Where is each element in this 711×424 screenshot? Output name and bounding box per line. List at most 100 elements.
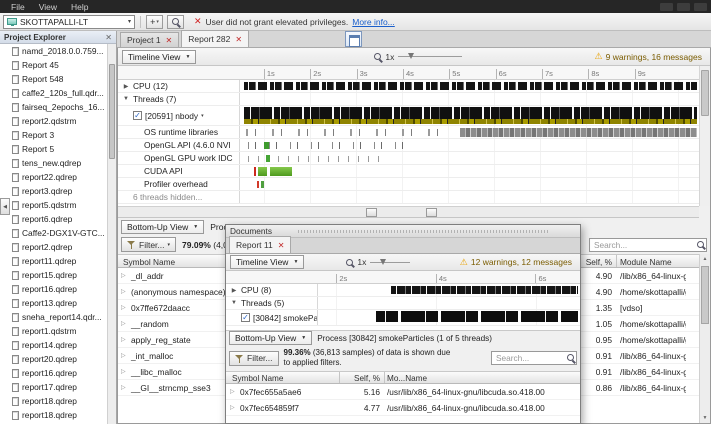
tab-project-1[interactable]: Project 1✕: [120, 32, 179, 47]
filter-button[interactable]: Filter...: [229, 351, 279, 366]
expander-icon[interactable]: ▷: [121, 288, 128, 295]
messages-link[interactable]: ⚠ 9 warnings, 16 messages: [595, 51, 706, 62]
timeline-ruler[interactable]: 2s4s6s: [226, 271, 580, 284]
project-list-item[interactable]: Caffe2-DGX1V-GTC...: [0, 226, 107, 240]
menu-item-help[interactable]: Help: [64, 2, 95, 12]
timeline-row-label[interactable]: ✓[20591] nbody▾: [118, 106, 240, 125]
column-divider[interactable]: [339, 372, 340, 383]
add-target-button[interactable]: + ▾: [146, 15, 163, 29]
expander-icon[interactable]: ▷: [121, 368, 128, 375]
filter-button[interactable]: Filter... ▾: [121, 237, 176, 252]
pane-view-selector-dropdown[interactable]: Bottom-Up View ▼: [121, 220, 204, 234]
expander-icon[interactable]: ▷: [121, 336, 128, 343]
timeline-track[interactable]: [318, 297, 580, 309]
dock-handle-left[interactable]: ◀: [0, 198, 10, 215]
expander-icon[interactable]: ▼: [122, 96, 130, 102]
menu-item-view[interactable]: View: [32, 2, 64, 12]
column-symbol-name[interactable]: Symbol Name: [123, 257, 175, 267]
timeline-track[interactable]: [240, 126, 699, 138]
expander-icon[interactable]: ▶: [230, 287, 238, 294]
pane-view-selector-dropdown[interactable]: Bottom-Up View ▼: [229, 331, 312, 345]
close-icon[interactable]: ✕: [166, 36, 173, 45]
project-list-item[interactable]: fairseq_2epochs_16...: [0, 100, 107, 114]
timeline-track[interactable]: [240, 191, 699, 203]
timeline-row-label[interactable]: OpenGL GPU work IDC: [118, 152, 240, 164]
scroll-up-icon[interactable]: ▲: [700, 254, 710, 262]
project-list-item[interactable]: report18.qdrep: [0, 394, 107, 408]
project-list-item[interactable]: sneha_report14.qdr...: [0, 310, 107, 324]
zoom-slider-thumb[interactable]: [380, 259, 386, 265]
view-selector-dropdown[interactable]: Timeline View ▼: [230, 255, 304, 269]
timeline-track[interactable]: [240, 165, 699, 177]
timeline-row-label[interactable]: ▼Threads (7): [118, 93, 240, 105]
zoom-slider[interactable]: [398, 56, 462, 57]
scrollbar-thumb[interactable]: [701, 266, 709, 324]
project-list-scrollbar[interactable]: [107, 44, 116, 424]
expander-icon[interactable]: ▷: [121, 320, 128, 327]
project-list-item[interactable]: report13.qdrep: [0, 296, 107, 310]
expander-icon[interactable]: ▷: [230, 388, 237, 395]
expander-icon[interactable]: ▼: [230, 300, 238, 306]
search-input[interactable]: [589, 238, 707, 252]
project-list-item[interactable]: report11.qdrep: [0, 254, 107, 268]
splitter-handle[interactable]: [426, 208, 437, 217]
expander-icon[interactable]: ▷: [121, 384, 128, 391]
project-list-item[interactable]: report18.qdrep: [0, 408, 107, 422]
project-list-item[interactable]: namd_2018.0.0.759...: [0, 44, 107, 58]
project-list-item[interactable]: report20.qdrep: [0, 352, 107, 366]
project-list-item[interactable]: report3.qdrep: [0, 184, 107, 198]
column-divider[interactable]: [616, 255, 617, 267]
checkbox[interactable]: ✓: [241, 313, 250, 322]
project-list-item[interactable]: report1.qdstrm: [0, 324, 107, 338]
project-list-item[interactable]: report16.qdrep: [0, 366, 107, 380]
tab-report-11[interactable]: Report 11 ✕: [229, 236, 291, 253]
timeline-track[interactable]: [240, 80, 699, 92]
project-list-item[interactable]: report14.qdrep: [0, 338, 107, 352]
messages-link[interactable]: ⚠ 12 warnings, 12 messages: [460, 257, 576, 268]
timeline-row-label[interactable]: Profiler overhead: [118, 178, 240, 190]
expander-icon[interactable]: ▷: [121, 352, 128, 359]
maximize-button[interactable]: [677, 3, 690, 11]
project-list-item[interactable]: report2.qdrep: [0, 240, 107, 254]
timeline-track[interactable]: [240, 152, 699, 164]
view-selector-dropdown[interactable]: Timeline View ▼: [122, 50, 196, 64]
timeline-track[interactable]: [318, 310, 580, 325]
drag-grip[interactable]: [298, 230, 550, 233]
project-list-item[interactable]: Report 3: [0, 128, 107, 142]
checkbox[interactable]: ✓: [133, 111, 142, 120]
table-scrollbar[interactable]: ▲ ▼: [699, 254, 710, 423]
project-list-item[interactable]: report2.qdstrm: [0, 114, 107, 128]
expander-icon[interactable]: ▷: [121, 304, 128, 311]
minimize-button[interactable]: [660, 3, 673, 11]
close-icon[interactable]: ✕: [235, 35, 242, 44]
zoom-slider-thumb[interactable]: [408, 53, 414, 59]
expander-icon[interactable]: ▷: [121, 272, 128, 279]
project-list-item[interactable]: report16.qdrep: [0, 282, 107, 296]
timeline-row-label[interactable]: ▶CPU (12): [118, 80, 240, 92]
timeline-row-label[interactable]: ✓[30842] smokeParticles: [226, 310, 318, 325]
zoom-slider[interactable]: [370, 262, 410, 263]
splitter-handle[interactable]: [366, 208, 377, 217]
timeline-row-label[interactable]: ▼Threads (5): [226, 297, 318, 309]
search-input[interactable]: [491, 351, 577, 365]
more-info-link[interactable]: More info...: [352, 17, 395, 27]
project-list-item[interactable]: caffe2_120s_full.qdr...: [0, 86, 107, 100]
column-self-percent[interactable]: Self, %: [342, 374, 380, 383]
host-selector[interactable]: SKOTTAPALLI-LT ▾: [3, 15, 135, 29]
project-list-item[interactable]: report22.qdrep: [0, 170, 107, 184]
timeline-row-label[interactable]: OpenGL API (4.6.0 NVI: [118, 139, 240, 151]
timeline-track[interactable]: [240, 139, 699, 151]
scrollbar-thumb[interactable]: [109, 64, 115, 159]
project-list-item[interactable]: report15.qdrep: [0, 268, 107, 282]
expander-icon[interactable]: ▶: [122, 83, 130, 90]
timeline-scrollbar[interactable]: [699, 66, 710, 206]
timeline-track[interactable]: [240, 93, 699, 105]
timeline-row-label[interactable]: OS runtime libraries: [118, 126, 240, 138]
tools-button[interactable]: [167, 15, 184, 29]
close-button[interactable]: [694, 3, 707, 11]
timeline-track[interactable]: [240, 178, 699, 190]
project-list-item[interactable]: report5.qdstrm: [0, 198, 107, 212]
project-list-item[interactable]: report17.qdrep: [0, 380, 107, 394]
timeline-ruler[interactable]: 1s2s3s4s5s6s7s8s9s: [118, 66, 699, 80]
table-row[interactable]: ▷0x7fec655a5ae65.16/usr/lib/x86_64-linux…: [226, 384, 580, 400]
